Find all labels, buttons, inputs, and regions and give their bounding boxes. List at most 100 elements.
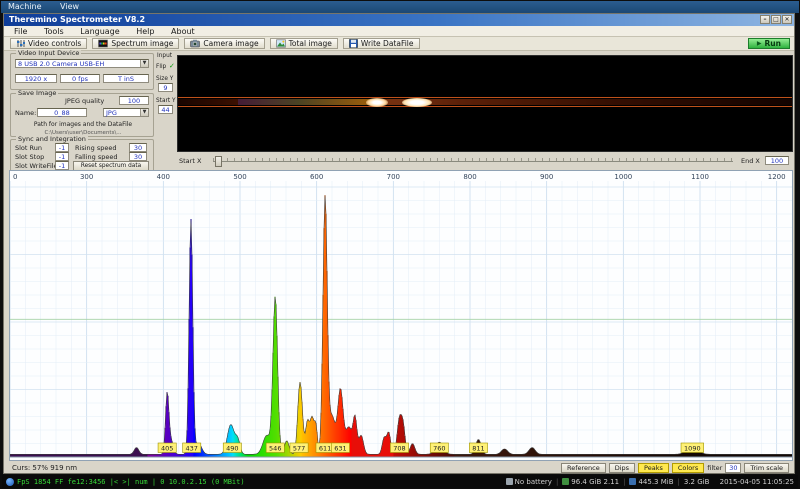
slot-run-label: Slot Run [15,144,42,152]
spectrum-chart[interactable]: 0300400500600700800900100011001200405437… [10,171,792,460]
end-x-field[interactable]: 100 [765,156,789,165]
input-panel-title: Input [157,52,172,60]
sync-group: Sync and Integration Slot Run -1 Rising … [10,139,154,173]
spectrum-chart-panel: 0300400500600700800900100011001200405437… [9,170,793,461]
spectrum-image-label: Spectrum image [111,39,173,48]
camera-image-label: Camera image [203,39,258,48]
camera-image-button[interactable]: Camera image [184,38,264,49]
spectrum-image-button[interactable]: Spectrum image [92,38,179,49]
menu-about[interactable]: About [164,27,202,36]
titlebar[interactable]: Theremino Spectrometer V8.2 – □ ✕ [4,14,794,26]
exposure-field[interactable]: T inS [103,74,149,83]
path-label: Path for images and the DataFile [11,121,155,129]
spectrum-strip-colors [238,99,373,105]
svg-text:600: 600 [310,173,323,181]
rising-speed-field[interactable]: 30 [129,143,147,152]
start-y-field[interactable]: 44 [158,105,173,114]
vm-statusbar: FpS 1854 FF fe12:3456 |< >| num | 0 10.0… [2,475,798,488]
run-label: Run [765,39,781,48]
dips-button[interactable]: Dips [609,463,635,473]
end-x-label: End X [741,157,760,165]
chevron-down-icon: ▼ [140,60,148,67]
vm-screen: Machine View Theremino Spectrometer V8.2… [0,0,800,489]
menubar: File Tools Language Help About [4,26,794,37]
video-device-value: 8 USB 2.0 Camera USB-EH [18,60,104,68]
falling-speed-field[interactable]: 30 [129,152,147,161]
format-select[interactable]: JPG ▼ [103,108,149,117]
menu-help[interactable]: Help [129,27,161,36]
svg-text:611: 611 [319,445,331,453]
svg-text:1200: 1200 [768,173,786,181]
close-button[interactable]: ✕ [782,15,792,24]
clock: 2015-04-05 11:05:25 [720,478,794,486]
vm-menu-view[interactable]: View [60,2,79,11]
reference-button[interactable]: Reference [561,463,606,473]
video-controls-icon [16,39,25,48]
filter-field[interactable]: 30 [725,463,741,473]
disk-status: 96.4 GiB 2.11 [571,478,619,486]
write-datafile-button[interactable]: Write DataFile [343,38,420,49]
svg-text:546: 546 [269,445,281,453]
start-x-slider[interactable] [213,161,733,162]
slot-writefile-field[interactable]: -1 [55,161,69,170]
slot-stop-label: Slot Stop [15,153,44,161]
svg-text:1090: 1090 [684,445,701,453]
bright-line-blob [366,98,388,107]
start-x-label: Start X [179,157,201,165]
trim-scale-button[interactable]: Trim scale [744,463,789,473]
battery-icon [506,478,513,485]
total-image-button[interactable]: Total image [270,38,338,49]
play-icon: ▶ [757,40,762,47]
video-input-group-title: Video Input Device [16,50,81,57]
flip-label: Flip [156,63,166,71]
video-controls-button[interactable]: Video controls [10,38,87,49]
peaks-button[interactable]: Peaks [638,463,669,473]
svg-text:700: 700 [387,173,400,181]
camera-preview[interactable] [177,55,793,152]
vm-status-text: FpS 1854 FF fe12:3456 |< >| num | 0 10.0… [17,478,245,486]
slot-stop-field[interactable]: -1 [55,152,69,161]
size-y-field[interactable]: 9 [158,83,173,92]
falling-speed-label: Falling speed [75,153,118,161]
video-controls-label: Video controls [28,39,81,48]
svg-text:490: 490 [226,445,238,453]
svg-text:800: 800 [463,173,476,181]
svg-text:0: 0 [13,173,17,181]
chevron-down-icon: ▼ [140,109,148,116]
colors-button[interactable]: Colors [672,463,704,473]
maximize-button[interactable]: □ [771,15,781,24]
image-icon [276,39,286,48]
memory-status: 445.3 MiB [638,478,673,486]
cursor-readout: Curs: 57% 919 nm [12,464,77,472]
sync-group-title: Sync and Integration [16,136,88,143]
resolution-field[interactable]: 1920 x [15,74,57,83]
battery-status: No battery [515,478,552,486]
minimize-button[interactable]: – [760,15,770,24]
rising-speed-label: Rising speed [75,144,116,152]
image-name-field[interactable]: 0_88 [37,108,87,117]
menu-file[interactable]: File [7,27,34,36]
name-label: Name: [15,109,36,117]
start-x-slider-thumb[interactable] [215,156,222,167]
svg-text:811: 811 [472,445,484,453]
menu-language[interactable]: Language [73,27,126,36]
svg-text:437: 437 [185,445,197,453]
svg-text:708: 708 [393,445,405,453]
slot-run-field[interactable]: -1 [55,143,69,152]
slot-writefile-label: Slot WriteFile [15,162,58,170]
svg-text:760: 760 [433,445,445,453]
filter-label: filter [707,464,722,472]
vm-menu-machine[interactable]: Machine [8,2,42,11]
save-image-group: Save Image JPEG quality 100 Name: 0_88 J… [10,93,154,137]
camera-icon [190,39,200,48]
bright-line-blob [402,98,432,107]
fps-field[interactable]: 0 fps [60,74,100,83]
video-device-select[interactable]: 8 USB 2.0 Camera USB-EH ▼ [15,59,149,68]
menu-tools[interactable]: Tools [37,27,71,36]
total-image-label: Total image [289,39,332,48]
jpeg-quality-field[interactable]: 100 [119,96,149,105]
vm-icon[interactable] [6,478,14,486]
run-button[interactable]: ▶ Run [748,38,790,49]
floppy-disk-icon [349,39,358,48]
check-icon[interactable]: ✓ [169,62,175,70]
